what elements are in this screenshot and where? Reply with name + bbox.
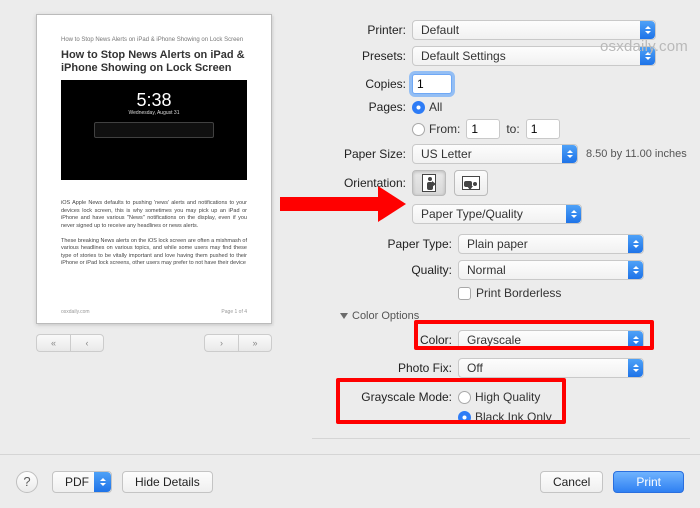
printer-value: Default	[421, 23, 459, 37]
preview-footer-right: Page 1 of 4	[221, 309, 247, 315]
stepper-icon	[628, 235, 643, 253]
papertype-label: Paper Type:	[358, 237, 452, 251]
printer-label: Printer:	[330, 23, 406, 37]
quality-value: Normal	[467, 263, 506, 277]
print-preview-page: How to Stop News Alerts on iPad & iPhone…	[36, 14, 272, 324]
print-borderless-label: Print Borderless	[476, 286, 561, 300]
preview-title: How to Stop News Alerts on iPad & iPhone…	[61, 49, 247, 74]
papersize-value: US Letter	[421, 147, 472, 161]
portrait-icon	[422, 174, 436, 192]
stepper-icon	[562, 145, 577, 163]
lockscreen-notification	[94, 122, 213, 138]
color-label: Color:	[380, 333, 452, 347]
lockscreen-date: Wednesday, August 31	[61, 110, 247, 116]
print-button[interactable]: Print	[613, 471, 684, 493]
preview-screenshot: 5:38 Wednesday, August 31	[61, 80, 247, 180]
print-section-select[interactable]: Paper Type/Quality	[412, 204, 582, 224]
printer-select[interactable]: Default	[412, 20, 656, 40]
stepper-icon	[640, 21, 655, 39]
grayscale-mode-label: Grayscale Mode:	[338, 388, 452, 404]
pages-to-label: to:	[506, 122, 519, 136]
grayscale-blackink-label: Black Ink Only	[475, 410, 552, 424]
pages-from-input[interactable]	[466, 119, 500, 139]
color-select[interactable]: Grayscale	[458, 330, 644, 350]
papersize-label: Paper Size:	[316, 147, 406, 161]
papersize-dimensions: 8.50 by 11.00 inches	[586, 148, 687, 160]
grayscale-blackink-radio[interactable]	[458, 411, 471, 424]
landscape-icon	[462, 176, 480, 190]
preview-pager: « ‹ › »	[36, 334, 272, 352]
quality-label: Quality:	[358, 263, 452, 277]
disclosure-triangle-icon[interactable]	[340, 313, 348, 319]
pages-all-radio[interactable]	[412, 101, 425, 114]
last-page-button[interactable]: »	[238, 334, 272, 352]
print-borderless-checkbox[interactable]	[458, 287, 471, 300]
prev-page-button[interactable]: ‹	[70, 334, 104, 352]
photofix-select[interactable]: Off	[458, 358, 644, 378]
copies-input[interactable]	[412, 74, 452, 94]
hide-details-button[interactable]: Hide Details	[122, 471, 213, 493]
stepper-icon	[628, 331, 643, 349]
pages-from-radio[interactable]	[412, 123, 425, 136]
pages-from-label: From:	[429, 122, 460, 136]
preview-footer-left: osxdaily.com	[61, 309, 90, 315]
grayscale-highquality-label: High Quality	[475, 390, 540, 404]
pdf-menu-button[interactable]: PDF	[52, 471, 112, 493]
preview-header: How to Stop News Alerts on iPad & iPhone…	[61, 37, 247, 43]
quality-select[interactable]: Normal	[458, 260, 644, 280]
presets-value: Default Settings	[421, 49, 506, 63]
presets-label: Presets:	[330, 49, 406, 63]
preview-para-1: iOS Apple News defaults to pushing 'news…	[61, 200, 247, 230]
cancel-button[interactable]: Cancel	[540, 471, 603, 493]
pages-all-label: All	[429, 100, 442, 114]
cancel-label: Cancel	[553, 475, 590, 489]
help-button[interactable]: ?	[16, 471, 38, 493]
print-label: Print	[636, 475, 661, 489]
papertype-select[interactable]: Plain paper	[458, 234, 644, 254]
stepper-icon	[628, 359, 643, 377]
watermark: osxdaily.com	[600, 38, 688, 55]
pages-label: Pages:	[330, 98, 406, 114]
hide-details-label: Hide Details	[135, 475, 200, 489]
pdf-label: PDF	[65, 475, 89, 489]
photofix-value: Off	[467, 361, 483, 375]
orientation-label: Orientation:	[316, 176, 406, 190]
copies-label: Copies:	[330, 77, 406, 91]
photofix-label: Photo Fix:	[380, 361, 452, 375]
pages-to-input[interactable]	[526, 119, 560, 139]
stepper-icon	[628, 261, 643, 279]
grayscale-highquality-radio[interactable]	[458, 391, 471, 404]
color-options-label: Color Options	[352, 310, 419, 322]
print-section-value: Paper Type/Quality	[421, 207, 523, 221]
stepper-icon	[566, 205, 581, 223]
color-value: Grayscale	[467, 333, 521, 347]
lockscreen-time: 5:38	[61, 90, 247, 111]
papertype-value: Plain paper	[467, 237, 528, 251]
papersize-select[interactable]: US Letter	[412, 144, 578, 164]
chevron-down-icon	[94, 472, 111, 492]
first-page-button[interactable]: «	[36, 334, 70, 352]
preview-body: iOS Apple News defaults to pushing 'news…	[61, 200, 247, 267]
next-page-button[interactable]: ›	[204, 334, 238, 352]
preview-para-2: These breaking News alerts on the iOS lo…	[61, 238, 247, 268]
orientation-landscape-button[interactable]	[454, 170, 488, 196]
orientation-portrait-button[interactable]	[412, 170, 446, 196]
